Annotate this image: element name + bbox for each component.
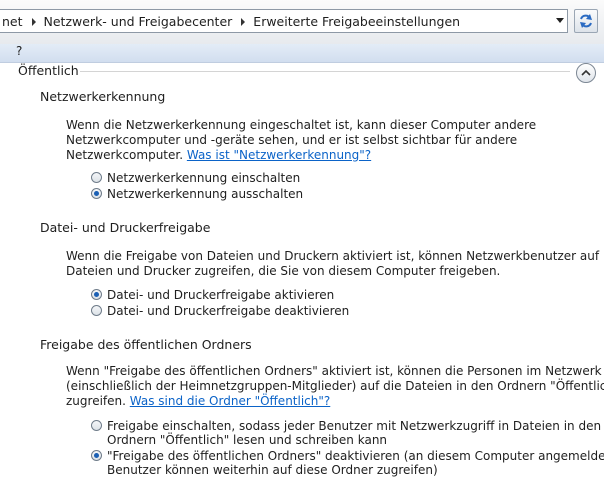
public-folder-help-link[interactable]: Was sind die Ordner "Öffentlich"? <box>130 394 331 408</box>
chevron-up-icon <box>581 69 591 76</box>
refresh-icon <box>580 14 592 28</box>
help-menu[interactable]: ? <box>16 44 22 58</box>
address-dropdown-icon[interactable] <box>556 18 564 23</box>
radio-button-icon[interactable] <box>91 420 102 431</box>
breadcrumb-item-network-center[interactable]: Netzwerk- und Freigabecenter <box>44 14 233 29</box>
radio-button-icon[interactable] <box>91 172 102 183</box>
breadcrumb-separator-icon[interactable] <box>31 17 36 26</box>
heading-network-discovery: Netzwerkerkennung <box>40 89 166 104</box>
public-folder-text-3: zugreifen. <box>66 394 126 408</box>
radio-button-selected-icon[interactable] <box>91 289 102 300</box>
breadcrumb[interactable]: net Netzwerk- und Freigabecenter Erweitert… <box>0 9 568 33</box>
file-printer-text-2: Dateien und Drucker zugreifen, die Sie v… <box>66 264 501 278</box>
radio-label[interactable]: Datei- und Druckerfreigabe aktivieren <box>107 287 334 303</box>
heading-public-folder-sharing: Freigabe des öffentlichen Ordners <box>40 337 252 352</box>
radio-label[interactable]: Netzwerkerkennung ausschalten <box>107 186 303 202</box>
network-discovery-help-link[interactable]: Was ist "Netzwerkerkennung"? <box>187 148 371 162</box>
menu-bar: ? <box>0 44 604 63</box>
network-discovery-text-1: Wenn die Netzwerkerkennung eingeschaltet… <box>66 118 537 132</box>
section-divider <box>80 71 570 72</box>
collapse-button[interactable] <box>576 63 596 83</box>
radio-button-selected-icon[interactable] <box>91 450 102 461</box>
radio-button-icon[interactable] <box>91 305 102 316</box>
breadcrumb-item-network[interactable]: net <box>2 14 23 29</box>
public-folder-text-1: Wenn "Freigabe des öffentlichen Ordners"… <box>66 364 602 378</box>
radio-label-line-2[interactable]: Benutzer können weiterhin auf diese Ordn… <box>107 462 438 478</box>
file-printer-text-1: Wenn die Freigabe von Dateien und Drucke… <box>66 249 600 263</box>
refresh-button[interactable] <box>574 9 598 33</box>
breadcrumb-item-advanced-sharing[interactable]: Erweiterte Freigabeeinstellungen <box>253 14 460 29</box>
address-bar: net Netzwerk- und Freigabecenter Erweitert… <box>0 0 604 44</box>
heading-file-printer-sharing: Datei- und Druckerfreigabe <box>40 220 211 235</box>
network-discovery-text-3: Netzwerkcomputer. <box>66 148 184 162</box>
radio-label[interactable]: Datei- und Druckerfreigabe deaktivieren <box>107 303 349 319</box>
section-title-public: Öffentlich <box>18 63 79 78</box>
radio-button-selected-icon[interactable] <box>91 188 102 199</box>
public-folder-text-2: (einschließlich der Heimnetzgruppen-Mitg… <box>66 379 604 393</box>
breadcrumb-separator-icon[interactable] <box>241 17 246 26</box>
network-discovery-text-2: Netzwerkcomputer und -geräte sehen, und … <box>66 133 518 147</box>
radio-label-line-2[interactable]: Ordnern "Öffentlich" lesen und schreiben… <box>107 432 387 448</box>
radio-label[interactable]: Netzwerkerkennung einschalten <box>107 170 300 186</box>
